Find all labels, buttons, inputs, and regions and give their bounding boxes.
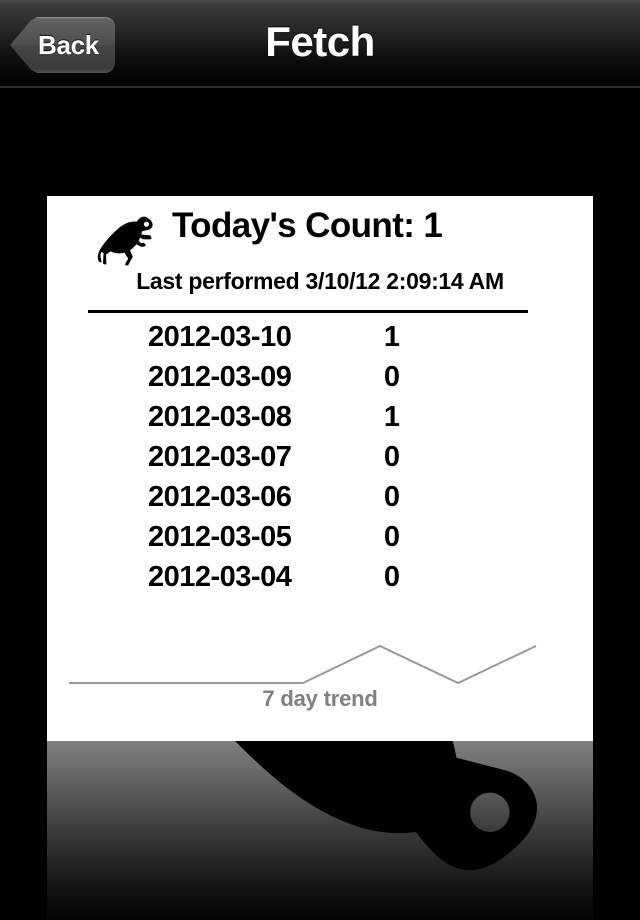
row-value: 0 (383, 521, 401, 553)
row-date: 2012-03-09 (148, 361, 292, 393)
row-date: 2012-03-08 (148, 401, 292, 433)
table-row: 2012-03-09 0 (47, 361, 593, 401)
header-divider (88, 310, 528, 313)
history-table: 2012-03-10 1 2012-03-09 0 2012-03-08 1 2012-03… (47, 321, 593, 601)
dog-silhouette-icon (97, 216, 153, 266)
table-row: 2012-03-06 0 (47, 481, 593, 521)
trend-label: 7 day trend (262, 686, 378, 711)
row-date: 2012-03-10 (148, 321, 292, 353)
table-row: 2012-03-05 0 (47, 521, 593, 561)
today-count-title: Today's Count: 1 (172, 206, 443, 245)
table-row: 2012-03-10 1 (47, 321, 593, 361)
row-value: 0 (383, 561, 401, 593)
row-value: 1 (383, 321, 401, 353)
table-row: 2012-03-08 1 (47, 401, 593, 441)
table-row: 2012-03-04 0 (47, 561, 593, 601)
back-button-label: Back (38, 29, 99, 60)
trend-chart: 7 day trend (47, 626, 593, 741)
card-reflection-clone: Today's Count: 1 Last performed 3/10/12 … (47, 741, 593, 920)
row-date: 2012-03-04 (148, 561, 292, 593)
table-row: 2012-03-07 0 (47, 441, 593, 481)
card-header: Today's Count: 1 Last performed 3/10/12 … (47, 741, 593, 920)
fetch-stats-card: Today's Count: 1 Last performed 3/10/12 … (47, 196, 593, 741)
row-value: 1 (383, 401, 401, 433)
row-value: 0 (383, 481, 401, 513)
row-date: 2012-03-05 (148, 521, 292, 553)
trend-sparkline (69, 644, 537, 685)
back-button[interactable]: Back (9, 16, 116, 74)
trend-line (69, 644, 537, 685)
last-performed-text: Last performed 3/10/12 2:09:14 AM (136, 268, 504, 294)
dog-silhouette-icon (235, 741, 537, 871)
card-reflection-content: Today's Count: 1 Last performed 3/10/12 … (47, 741, 593, 920)
row-date: 2012-03-07 (148, 441, 292, 473)
app-screen: Fetch Back Today's Count: 1 Last perform… (0, 0, 640, 920)
card-header: Today's Count: 1 Last performed 3/10/12 … (47, 196, 593, 313)
row-value: 0 (383, 361, 401, 393)
card-reflection: Today's Count: 1 Last performed 3/10/12 … (47, 741, 593, 920)
row-value: 0 (383, 441, 401, 473)
row-date: 2012-03-06 (148, 481, 292, 513)
